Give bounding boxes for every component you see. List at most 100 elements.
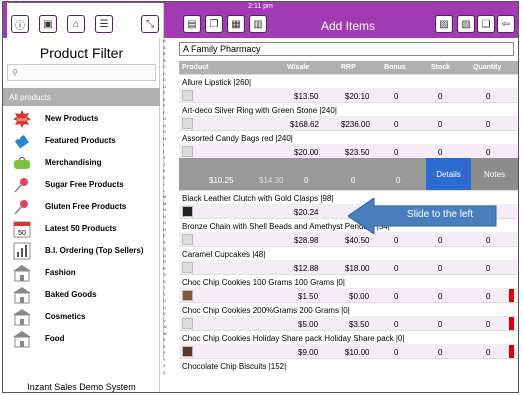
rrp-value: $0.00	[349, 292, 370, 301]
wsale-value: $20.24	[294, 208, 319, 217]
save-icon[interactable]: ▣	[39, 15, 57, 33]
product-filter-panel: Product Filter ⚲ All products NEW New Pr…	[3, 38, 160, 392]
table-row-values[interactable]: $12.88 $18.00 0 0 0	[179, 260, 518, 274]
table-row-values[interactable]: $28.98 $40.50 0 0 0	[179, 232, 518, 246]
filter-item-fashion[interactable]: Fashion	[3, 262, 160, 284]
filter-item-label: Fashion	[45, 268, 76, 277]
alert-marker	[509, 289, 514, 303]
filter-item-new-products[interactable]: NEW New Products	[3, 108, 160, 130]
table-row-values[interactable]: $13.50 $20.10 0 0 0	[179, 88, 518, 102]
document-icon[interactable]: ▥	[249, 15, 267, 33]
filter-item-label: Merchandising	[45, 158, 102, 167]
filter-item-featured-products[interactable]: Featured Products	[3, 130, 160, 152]
quantity-value[interactable]: 0	[486, 292, 490, 301]
store-icon	[13, 308, 31, 326]
store-icon	[13, 264, 31, 282]
rrp-value: $3.50	[349, 320, 370, 329]
product-thumbnail	[182, 346, 193, 357]
wsale-value: $9.00	[298, 348, 319, 357]
table-row[interactable]: Allure Lipstick |260|	[179, 74, 518, 88]
filter-title: Product Filter	[39, 45, 124, 61]
store-icon[interactable]: ⌂	[67, 15, 85, 33]
back-arrow-icon[interactable]: ⇦	[497, 15, 515, 33]
rrp-value: $10.00	[345, 348, 370, 357]
filter-item-food[interactable]: Food	[3, 328, 160, 350]
col-stock: Stock	[431, 64, 451, 71]
filter-item-merchandising[interactable]: Merchandising	[3, 152, 160, 174]
quantity-value[interactable]: 0	[486, 236, 490, 245]
table-row[interactable]: Choc Chip Cookies 200%Grams 200 Grams |0…	[179, 302, 518, 316]
col-wsale: W/sale	[287, 64, 310, 71]
filter-menu: NEW New Products Featured Products Merch…	[3, 108, 160, 350]
image-icon[interactable]: ▨	[435, 15, 453, 33]
filter-item-latest-50[interactable]: 50 Latest 50 Products	[3, 218, 160, 240]
quantity-value[interactable]: 0	[486, 348, 490, 357]
swiped-row[interactable]: $10.25 $14.30 0 0 0 Details Notes	[179, 158, 518, 190]
alphabet-index[interactable]: AABBCCDDEEFFGGHHIIJJKKLLMMNNOOPPQQRRSSTT…	[163, 38, 177, 392]
new-badge-icon: NEW	[13, 110, 31, 128]
table-header: Product W/sale RRP Bonus Stock Quantity	[179, 61, 518, 74]
bonus-value: 0	[394, 264, 399, 273]
col-rrp: RRP	[341, 64, 356, 71]
quantity-value[interactable]: 0	[486, 320, 490, 329]
product-thumbnail	[182, 290, 193, 301]
filter-item-label: Latest 50 Products	[45, 224, 117, 233]
product-thumbnail	[182, 118, 193, 129]
stock-value: 0	[438, 292, 443, 301]
search-input[interactable]: ⚲	[7, 64, 156, 81]
pin-icon	[13, 198, 31, 216]
expand-icon[interactable]: ⤡	[141, 15, 159, 33]
table-row-values[interactable]: $5.00 $3.50 0 0 0	[179, 316, 518, 331]
product-thumbnail	[182, 234, 193, 245]
quantity-value[interactable]: 0	[486, 92, 490, 101]
product-thumbnail	[182, 318, 193, 329]
product-thumbnail	[182, 262, 193, 273]
chart-icon	[13, 242, 31, 260]
stock-value: 0	[438, 348, 443, 357]
wsale-value: $13.50	[294, 92, 319, 101]
quantity-value[interactable]: 0	[486, 264, 490, 273]
quantity-value[interactable]: 0	[486, 120, 490, 129]
bonus-value: 0	[304, 176, 309, 185]
filter-item-bi-ordering[interactable]: B.I. Ordering (Top Sellers)	[3, 240, 160, 262]
table-row[interactable]: Art-deco Silver Ring with Green Stone |2…	[179, 102, 518, 116]
list-icon[interactable]: ☰	[95, 15, 113, 33]
table-row-values[interactable]: $168.62 $236.00 0 0 0	[179, 116, 518, 130]
customer-name[interactable]: A Family Pharmacy	[179, 42, 514, 56]
wsale-value: $5.00	[298, 320, 319, 329]
app-window: iPad 2:11 pm ⓘ ▣ ⌂ ☰ ⤡ ▤ ❐ ▦ ▥ Add Items…	[2, 1, 519, 393]
table-row[interactable]: Choc Chip Cookies Holiday Share pack Hol…	[179, 330, 518, 344]
filter-item-sugar-free[interactable]: Sugar Free Products	[3, 174, 160, 196]
table-row[interactable]: Assorted Candy Bags red |240|	[179, 130, 518, 144]
quantity-value: 0	[396, 176, 401, 185]
table-row[interactable]: Chocolate Chip Biscuits |152|	[179, 358, 518, 372]
bonus-value: 0	[394, 236, 399, 245]
table-row-values[interactable]: $9.00 $10.00 0 0 0	[179, 344, 518, 359]
table-row[interactable]: Choc Chip Cookies 100 Grams 100 Grams |0…	[179, 274, 518, 288]
info-icon[interactable]: ⓘ	[11, 15, 29, 33]
table-row-values[interactable]: $1.50 $0.00 0 0 0	[179, 288, 518, 303]
notes-button[interactable]: Notes	[471, 158, 518, 190]
filter-item-label: Gluten Free Products	[45, 202, 127, 211]
table-row[interactable]: Caramel Cupcakes |48|	[179, 246, 518, 260]
calculator-icon[interactable]: ▦	[227, 15, 245, 33]
details-button[interactable]: Details	[426, 158, 471, 190]
alert-marker	[509, 345, 514, 359]
clipboard-icon[interactable]: ▤	[183, 15, 201, 33]
quantity-value[interactable]: 0	[486, 148, 490, 157]
filter-item-baked-goods[interactable]: Baked Goods	[3, 284, 160, 306]
all-products-item[interactable]: All products	[3, 88, 160, 106]
files-icon[interactable]: ❏	[477, 15, 495, 33]
gallery-icon[interactable]: ▧	[457, 15, 475, 33]
table-row-values[interactable]: $20.00 $23.50 0 0 0	[179, 144, 518, 158]
store-icon	[13, 330, 31, 348]
filter-item-label: Cosmetics	[45, 312, 86, 321]
alphabet-letter[interactable]: Z	[163, 370, 177, 377]
status-bar: iPad 2:11 pm	[3, 2, 518, 359]
system-name: Inzant Sales Demo System	[27, 382, 136, 392]
copy-icon[interactable]: ❐	[205, 15, 223, 33]
filter-item-label: Sugar Free Products	[45, 180, 124, 189]
filter-item-gluten-free[interactable]: Gluten Free Products	[3, 196, 160, 218]
filter-item-cosmetics[interactable]: Cosmetics	[3, 306, 160, 328]
rrp-value: $14.30	[259, 176, 284, 185]
